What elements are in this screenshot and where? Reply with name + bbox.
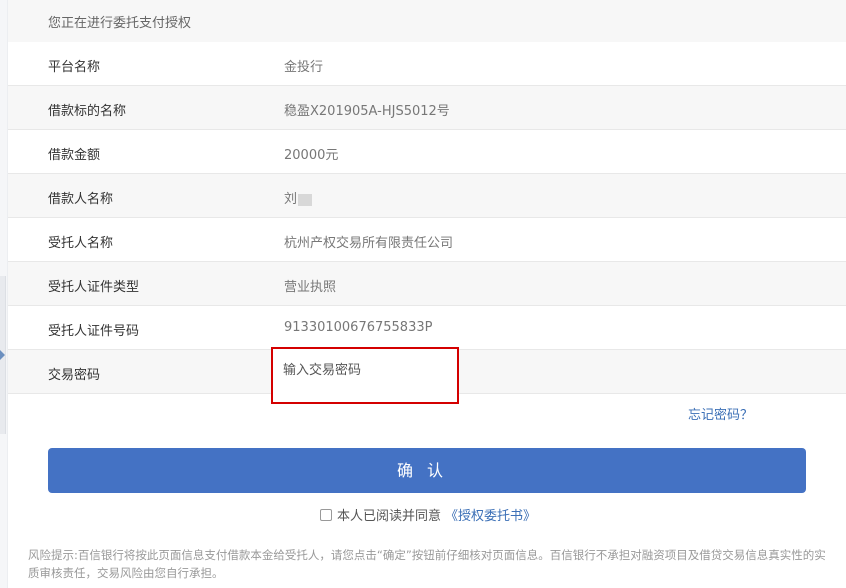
panel-header: 您正在进行委托支付授权 xyxy=(8,0,846,42)
info-row-trustee-id-type: 受托人证件类型 营业执照 xyxy=(8,262,846,306)
info-row-platform: 平台名称 金投行 xyxy=(8,42,846,86)
risk-notice: 风险提示:百信银行将按此页面信息支付借款本金给受托人，请您点击“确定”按钮前仔细… xyxy=(28,548,826,580)
row-label: 借款人名称 xyxy=(48,192,114,207)
row-label: 受托人证件号码 xyxy=(48,324,140,339)
info-row-loan-name: 借款标的名称 稳盈X201905A-HJS5012号 xyxy=(8,86,846,130)
row-value: 91330100676755833P xyxy=(284,320,433,335)
password-input[interactable] xyxy=(283,359,443,381)
row-value: 刘 xyxy=(284,188,313,207)
authorization-letter-link[interactable]: 《授权委托书》 xyxy=(445,505,536,524)
panel-title: 您正在进行委托支付授权 xyxy=(48,16,192,31)
row-value: 杭州产权交易所有限责任公司 xyxy=(284,236,454,251)
row-label: 借款金额 xyxy=(48,148,101,163)
forgot-password-link[interactable]: 忘记密码？ xyxy=(688,404,753,423)
left-edge-strip xyxy=(0,0,8,588)
info-row-borrower: 借款人名称 刘 xyxy=(8,174,846,218)
row-value: 稳盈X201905A-HJS5012号 xyxy=(284,104,450,119)
row-label: 受托人名称 xyxy=(48,236,114,251)
info-row-trustee: 受托人名称 杭州产权交易所有限责任公司 xyxy=(8,218,846,262)
authorization-panel: 您正在进行委托支付授权 平台名称 金投行 借款标的名称 稳盈X201905A-H… xyxy=(8,0,846,588)
password-field-highlight xyxy=(271,347,459,404)
row-value: 20000元 xyxy=(284,148,339,163)
agreement-text: 本人已阅读并同意 xyxy=(337,509,442,524)
row-label: 受托人证件类型 xyxy=(48,280,140,295)
borrower-name: 刘 xyxy=(284,192,298,207)
confirm-button[interactable]: 确认 xyxy=(48,448,806,493)
row-value: 金投行 xyxy=(284,60,324,75)
agreement-checkbox[interactable] xyxy=(320,508,332,521)
agreement-row: 本人已阅读并同意 《授权委托书》 xyxy=(320,505,536,524)
info-row-loan-amount: 借款金额 20000元 xyxy=(8,130,846,174)
redacted-name-block xyxy=(298,193,313,206)
row-value: 营业执照 xyxy=(284,280,337,295)
password-label: 交易密码 xyxy=(48,368,101,383)
row-label: 平台名称 xyxy=(48,60,101,75)
expand-arrow-icon[interactable] xyxy=(0,350,5,360)
row-label: 借款标的名称 xyxy=(48,104,127,119)
info-row-trustee-id-number: 受托人证件号码 91330100676755833P xyxy=(8,306,846,350)
